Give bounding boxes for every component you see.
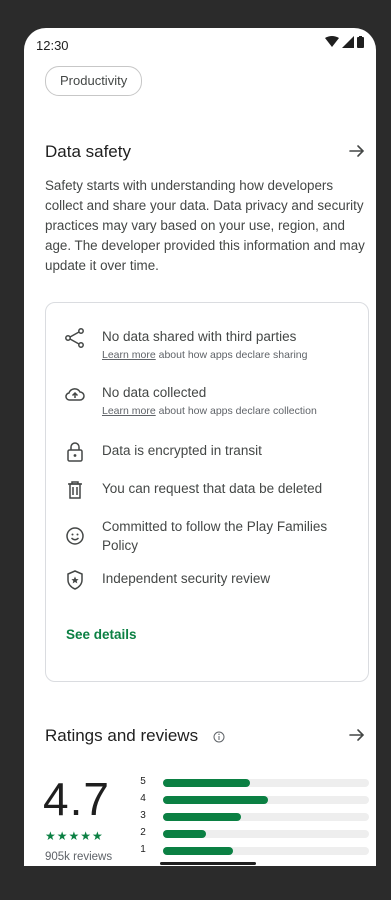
category-chip[interactable]: Productivity — [45, 66, 143, 96]
rating-bar-label: 5 — [140, 776, 146, 787]
data-safety-item-text: Data is encrypted in transit — [102, 443, 262, 458]
data-safety-item-text: Committed to follow the Play Families Po… — [102, 519, 328, 553]
rating-bar-label: 4 — [140, 793, 146, 804]
status-time: 12:30 — [36, 38, 69, 53]
rating-bar-label: 3 — [140, 810, 146, 821]
battery-icon — [357, 36, 364, 48]
rating-bar-track — [163, 813, 369, 821]
home-indicator[interactable] — [160, 862, 256, 865]
data-safety-item-text: No data shared with third parties Learn … — [102, 329, 308, 361]
info-icon[interactable] — [213, 731, 225, 743]
data-safety-item-text: You can request that data be deleted — [102, 481, 323, 496]
data-safety-card: No data shared with third parties Learn … — [45, 302, 369, 682]
review-count: 905k reviews — [45, 851, 113, 863]
families-icon — [66, 527, 84, 545]
rating-bar-fill — [163, 796, 269, 804]
data-safety-item-text: Independent security review — [102, 571, 271, 586]
rating-bar-row: 4 — [139, 792, 369, 809]
rating-bar-fill — [163, 779, 250, 787]
data-safety-arrow-icon[interactable] — [348, 142, 366, 160]
shield-star-icon — [67, 570, 83, 590]
rating-bar-label: 2 — [140, 827, 146, 838]
data-safety-item-text: No data collected Learn more about how a… — [102, 385, 317, 417]
rating-distribution: 5 4 3 2 1 — [139, 775, 369, 860]
signal-icon — [342, 36, 354, 48]
screen: 12:30 Productivity Data safety Safety st… — [24, 28, 376, 866]
rating-bar-track — [163, 847, 369, 855]
ratings-arrow-icon[interactable] — [348, 726, 366, 744]
rating-bar-track — [163, 830, 369, 838]
rating-bar-row: 5 — [139, 775, 369, 792]
rating-bar-fill — [163, 830, 207, 838]
wifi-icon — [325, 36, 339, 47]
rating-stars: ★★★★★ — [45, 829, 104, 843]
rating-bar-track — [163, 779, 369, 787]
lock-icon — [67, 442, 83, 462]
learn-more-link[interactable]: Learn more — [102, 405, 156, 417]
rating-bar-label: 1 — [140, 844, 146, 855]
rating-bar-row: 2 — [139, 826, 369, 843]
status-icons — [325, 36, 364, 48]
rating-bar-track — [163, 796, 369, 804]
rating-bar-fill — [163, 847, 234, 855]
device-frame-bottom — [0, 866, 391, 900]
average-rating: 4.7 — [43, 773, 110, 825]
status-bar: 12:30 — [24, 28, 376, 58]
share-icon — [65, 328, 84, 348]
cloud-upload-icon — [65, 388, 85, 401]
ratings-title: Ratings and reviews — [45, 726, 225, 746]
data-safety-title: Data safety — [45, 142, 131, 161]
data-safety-description: Safety starts with understanding how dev… — [45, 178, 365, 273]
learn-more-link[interactable]: Learn more — [102, 349, 156, 361]
see-details-link[interactable]: See details — [66, 627, 137, 642]
rating-bar-row: 3 — [139, 809, 369, 826]
rating-bar-row: 1 — [139, 843, 369, 860]
trash-icon — [68, 481, 82, 499]
rating-bar-fill — [163, 813, 242, 821]
